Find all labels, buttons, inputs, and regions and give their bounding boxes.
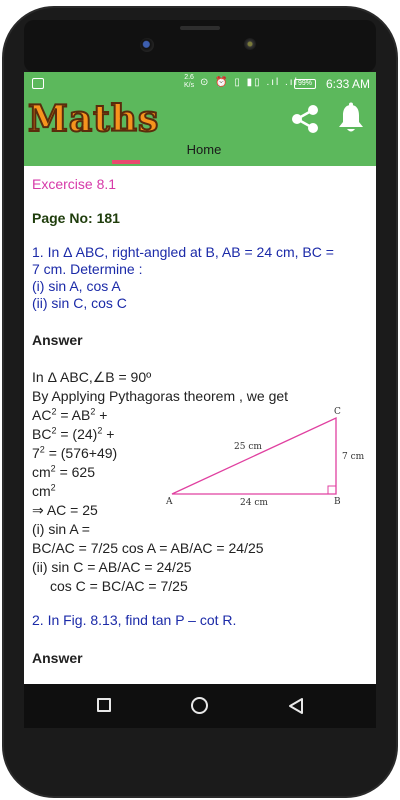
math-text: = AB: [56, 407, 91, 423]
side-label-ac: 25 cm: [234, 442, 262, 452]
vertex-label-c: C: [334, 407, 341, 417]
answer-line: In Δ ABC,∠B = 90º: [32, 369, 152, 385]
system-nav-bar: [24, 684, 376, 728]
lesson-content: Excercise 8.1 Page No: 181 1. In Δ ABC, …: [24, 166, 376, 684]
app-logo: Maths: [27, 97, 160, 141]
answer-line: By Applying Pythagoras theorem , we get: [32, 388, 289, 404]
answer-body: In Δ ABC,∠B = 90º By Applying Pythagoras…: [32, 368, 368, 596]
right-angle-marker: [327, 485, 337, 495]
network-speed-value: 2.6: [184, 74, 194, 81]
math-text: 7: [32, 445, 40, 461]
status-bar: 2.6 K/s ⊙ ⏰ ▯ ▮▯ .ıl .ıl 99% 6:33 AM: [24, 72, 376, 96]
network-speed-unit: K/s: [184, 82, 195, 89]
back-button[interactable]: [288, 697, 304, 715]
side-label-bc: 7 cm: [342, 452, 365, 462]
question-2: 2. In Fig. 8.13, find tan P – cot R.: [32, 612, 237, 628]
tab-home[interactable]: Home: [164, 142, 244, 157]
proximity-sensor-icon: [244, 38, 256, 50]
page-number: Page No: 181: [32, 210, 120, 226]
answer-line: (ii) sin C = AB/AC = 24/25: [32, 559, 192, 575]
vertex-label-a: A: [165, 497, 173, 506]
question-1-line: (i) sin A, cos A: [32, 278, 121, 294]
front-camera-icon: [140, 38, 154, 52]
status-icons: ⊙ ⏰ ▯ ▮▯ .ıl .ıl: [200, 77, 299, 88]
share-icon[interactable]: [288, 102, 322, 136]
side-label-ab: 24 cm: [240, 498, 268, 506]
math-text: = (24): [56, 426, 98, 442]
answer-2-heading: Answer: [32, 650, 83, 666]
question-1-line: (ii) sin C, cos C: [32, 295, 127, 311]
network-speed: 2.6 K/s: [184, 74, 194, 90]
phone-frame: 2.6 K/s ⊙ ⏰ ▯ ▮▯ .ıl .ıl 99% 6:33 AM Mat…: [0, 0, 400, 800]
exponent: 2: [50, 482, 56, 493]
math-text: +: [95, 407, 108, 423]
exercise-title: Excercise 8.1: [32, 176, 117, 192]
math-text: +: [102, 426, 115, 442]
math-text: = 625: [55, 464, 96, 480]
vertex-label-b: B: [334, 497, 341, 506]
app-bar: Maths Home: [24, 96, 376, 166]
answer-line: (i) sin A =: [32, 521, 90, 537]
tab-indicator: [112, 160, 140, 164]
question-1: 1. In Δ ABC, right-angled at B, AB = 24 …: [32, 244, 368, 312]
question-1-line: 1. In Δ ABC, right-angled at B, AB = 24 …: [32, 244, 334, 260]
battery-icon: 99%: [294, 79, 316, 89]
math-text: = (576+49): [44, 445, 118, 461]
triangle-shape: [171, 416, 337, 495]
bell-icon[interactable]: [336, 102, 366, 134]
screen: 2.6 K/s ⊙ ⏰ ▯ ▮▯ .ıl .ıl 99% 6:33 AM Mat…: [24, 72, 376, 684]
home-button[interactable]: [191, 697, 208, 714]
question-1-line: 7 cm. Determine :: [32, 261, 143, 277]
answer-heading: Answer: [32, 332, 83, 348]
math-text: AC: [32, 407, 52, 423]
math-text: cm: [32, 483, 51, 499]
gallery-notification-icon: [32, 78, 44, 89]
recents-button[interactable]: [97, 698, 111, 712]
triangle-figure: A B C 25 cm 24 cm 7 cm: [165, 407, 365, 506]
earpiece-speaker: [180, 26, 220, 30]
answer-line: cos C = BC/AC = 7/25: [50, 578, 188, 594]
answer-line: BC/AC = 7/25 cos A = AB/AC = 24/25: [32, 540, 264, 556]
math-text: cm: [32, 464, 51, 480]
clock: 6:33 AM: [326, 77, 371, 91]
math-text: BC: [32, 426, 52, 442]
